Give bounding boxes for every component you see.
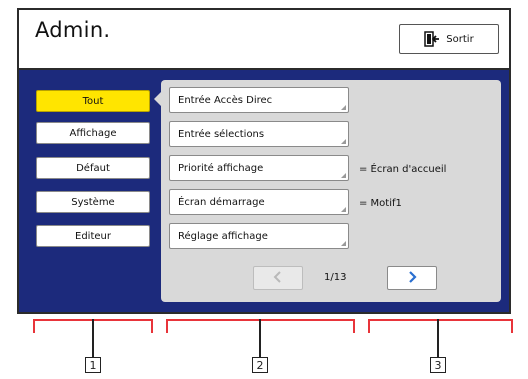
item-label: Priorité affichage [178, 162, 264, 174]
category-label: Editeur [75, 230, 111, 242]
category-affichage[interactable]: Affichage [36, 122, 150, 144]
item-value-priorite: = Écran d'accueil [359, 164, 447, 175]
item-entree-selections[interactable]: Entrée sélections [169, 121, 349, 147]
category-editeur[interactable]: Editeur [36, 225, 150, 247]
item-entree-acces-direct[interactable]: Entrée Accès Direc [169, 87, 349, 113]
callout-number-1: 1 [85, 357, 101, 373]
category-defaut[interactable]: Défaut [36, 157, 150, 179]
item-reglage-affichage[interactable]: Réglage affichage [169, 223, 349, 249]
admin-screen: Admin. Sortir Tout Affichage Défaut Syst… [17, 8, 511, 314]
exit-button[interactable]: Sortir [399, 24, 499, 54]
item-priorite-affichage[interactable]: Priorité affichage [169, 155, 349, 181]
item-label: Écran démarrage [178, 196, 265, 208]
category-label: Système [71, 196, 115, 208]
page-title: Admin. [35, 18, 111, 42]
item-label: Entrée Accès Direc [178, 94, 273, 106]
header-bar: Admin. Sortir [19, 10, 509, 70]
item-label: Entrée sélections [178, 128, 265, 140]
callout-line-1 [92, 319, 94, 357]
next-page-button[interactable] [387, 266, 437, 290]
panel-pointer [154, 92, 161, 106]
category-label: Défaut [76, 162, 110, 174]
prev-page-button[interactable] [253, 266, 303, 290]
exit-door-icon [424, 31, 440, 47]
category-label: Tout [82, 95, 104, 107]
page-indicator: 1/13 [324, 272, 347, 283]
callout-number-2: 2 [252, 357, 268, 373]
callout-number-3: 3 [430, 357, 446, 373]
callout-bracket-3 [368, 319, 513, 333]
item-label: Réglage affichage [178, 230, 268, 242]
chevron-left-icon [271, 269, 285, 288]
item-value-demarrage: = Motif1 [359, 198, 402, 209]
item-ecran-demarrage[interactable]: Écran démarrage [169, 189, 349, 215]
category-systeme[interactable]: Système [36, 191, 150, 213]
category-tout[interactable]: Tout [36, 90, 150, 112]
chevron-right-icon [405, 269, 419, 288]
callout-line-3 [437, 319, 439, 357]
main-area: Tout Affichage Défaut Système Editeur En… [19, 70, 509, 312]
exit-button-label: Sortir [446, 33, 474, 45]
settings-panel: Entrée Accès Direc Entrée sélections Pri… [154, 80, 501, 302]
category-label: Affichage [69, 127, 117, 139]
callout-line-2 [259, 319, 261, 357]
